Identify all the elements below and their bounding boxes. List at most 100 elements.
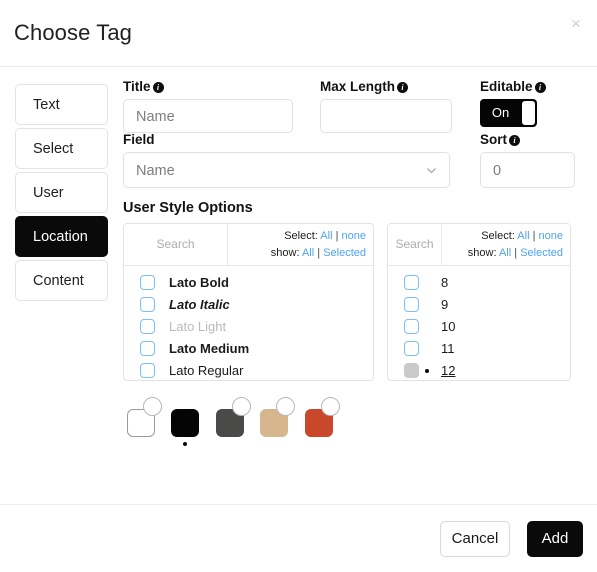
dialog-footer: Cancel Add [0, 504, 597, 572]
font-option-list: Lato Bold Lato Italic Lato Light Lato Me… [124, 266, 373, 380]
title-input[interactable]: Name [123, 99, 293, 133]
swatch-dark-gray-badge[interactable] [231, 397, 251, 416]
option-label: 9 [441, 297, 449, 312]
cancel-button[interactable]: Cancel [440, 521, 510, 557]
form-row-1: Title i Name Max Length i Editable i On [123, 67, 583, 133]
editable-toggle-label: On [491, 105, 510, 120]
tab-location[interactable]: Location [15, 216, 108, 257]
size-select-label: Select: [481, 230, 515, 242]
list-item[interactable]: 11 [388, 338, 570, 360]
list-item[interactable]: 12 [388, 360, 570, 380]
chevron-down-icon [427, 168, 436, 174]
max-length-field-group: Max Length i [320, 79, 452, 133]
option-label: Lato Medium [169, 341, 250, 356]
font-show-links: show: All | Selected [271, 245, 366, 262]
choose-tag-dialog: Choose Tag × Text Select User Location C… [0, 0, 597, 572]
checkbox-icon[interactable] [140, 319, 155, 334]
tag-form: Titlei Name Max Lengthi Editablei On [123, 67, 583, 457]
font-select-label: Select: [284, 230, 318, 242]
swatch-tan-wrap [260, 397, 300, 445]
size-select-links: Select: All | none [468, 228, 563, 245]
tab-text[interactable]: Text [15, 84, 108, 125]
selected-marker-dot [183, 442, 188, 446]
info-icon[interactable]: i [534, 82, 546, 93]
swatch-black[interactable] [171, 409, 200, 437]
separator: | [335, 230, 339, 242]
info-icon[interactable]: i [509, 135, 520, 146]
checkbox-icon[interactable] [404, 341, 419, 356]
size-panel-links: Select: All | none show: All | Selected [468, 228, 563, 262]
option-label: Lato Light [169, 319, 227, 334]
separator: | [532, 230, 536, 242]
checkbox-icon[interactable] [140, 363, 155, 378]
checkbox-icon[interactable] [404, 275, 419, 290]
editable-toggle[interactable]: On [480, 99, 537, 127]
size-options-panel: Search Select: All | none show: All | Se… [387, 223, 571, 381]
font-panel-links: Select: All | none show: All | Selected [271, 228, 366, 262]
option-label: 12 [441, 363, 456, 378]
font-show-all-link[interactable]: All [302, 247, 314, 259]
toggle-knob [522, 101, 535, 125]
selected-marker-dot [425, 369, 429, 373]
list-item[interactable]: Lato Medium [124, 338, 373, 360]
checkbox-icon[interactable] [404, 297, 419, 312]
font-show-selected-link[interactable]: Selected [323, 247, 366, 259]
checkbox-icon[interactable] [404, 319, 419, 334]
checkbox-icon[interactable] [140, 341, 155, 356]
max-length-input[interactable] [320, 99, 452, 133]
info-icon[interactable]: i [397, 82, 409, 93]
font-show-label: show: [270, 247, 300, 259]
size-show-all-link[interactable]: All [499, 247, 511, 259]
checkbox-icon[interactable] [404, 363, 419, 378]
color-swatch-row [123, 397, 583, 457]
tab-select[interactable]: Select [15, 128, 108, 169]
font-select-all-link[interactable]: All [320, 230, 332, 242]
info-icon[interactable]: i [152, 82, 164, 93]
tab-user[interactable]: User [15, 172, 108, 213]
swatch-black-wrap [171, 397, 211, 446]
size-search-input[interactable]: Search [388, 224, 442, 265]
field-label: Field [123, 132, 155, 147]
close-icon[interactable]: × [566, 14, 586, 34]
font-panel-header: Search Select: All | none show: All | Se… [124, 224, 373, 266]
list-item[interactable]: 8 [388, 272, 570, 294]
list-item[interactable]: Lato Italic [124, 294, 373, 316]
sort-input[interactable]: 0 [480, 152, 575, 188]
size-show-label: show: [467, 247, 497, 259]
form-row-2: Field Name Sort i 0 [123, 132, 583, 200]
dialog-body: Text Select User Location Content Title i… [0, 67, 597, 504]
tab-content[interactable]: Content [15, 260, 108, 301]
list-item[interactable]: Lato Bold [124, 272, 373, 294]
separator: | [514, 247, 518, 259]
list-item[interactable]: Lato Regular [124, 360, 373, 380]
add-button[interactable]: Add [527, 521, 583, 557]
size-select-all-link[interactable]: All [517, 230, 529, 242]
list-item[interactable]: 9 [388, 294, 570, 316]
option-label: Lato Italic [169, 297, 230, 312]
size-show-selected-link[interactable]: Selected [520, 247, 563, 259]
field-select[interactable]: Name [123, 152, 450, 188]
sort-label: Sort i [480, 132, 575, 147]
tag-type-tabs: Text Select User Location Content [15, 84, 108, 304]
max-length-label: Max Length i [320, 79, 452, 94]
checkbox-icon[interactable] [140, 275, 155, 290]
list-item[interactable]: Lato Light [124, 316, 373, 338]
size-show-links: show: All | Selected [468, 245, 563, 262]
checkbox-icon[interactable] [140, 297, 155, 312]
swatch-rust-wrap [304, 397, 345, 445]
list-item[interactable]: 10 [388, 316, 570, 338]
dialog-header: Choose Tag × [0, 0, 597, 67]
editable-label: Editable i [480, 79, 597, 94]
size-select-none-link[interactable]: none [539, 230, 563, 242]
option-label: Lato Bold [169, 275, 229, 290]
font-search-input[interactable]: Search [124, 224, 228, 265]
font-options-panel: Search Select: All | none show: All | Se… [123, 223, 374, 381]
font-select-none-link[interactable]: none [342, 230, 366, 242]
sort-field-group: Sort i 0 [480, 132, 575, 188]
title-field-group: Title i Name [123, 79, 293, 133]
swatch-tan-badge[interactable] [276, 397, 296, 416]
editable-field-group: Editable i On [480, 79, 597, 127]
user-style-options-heading: User Style Options [123, 200, 253, 216]
swatch-rust-badge[interactable] [320, 397, 340, 416]
swatch-white-badge[interactable] [143, 397, 162, 416]
